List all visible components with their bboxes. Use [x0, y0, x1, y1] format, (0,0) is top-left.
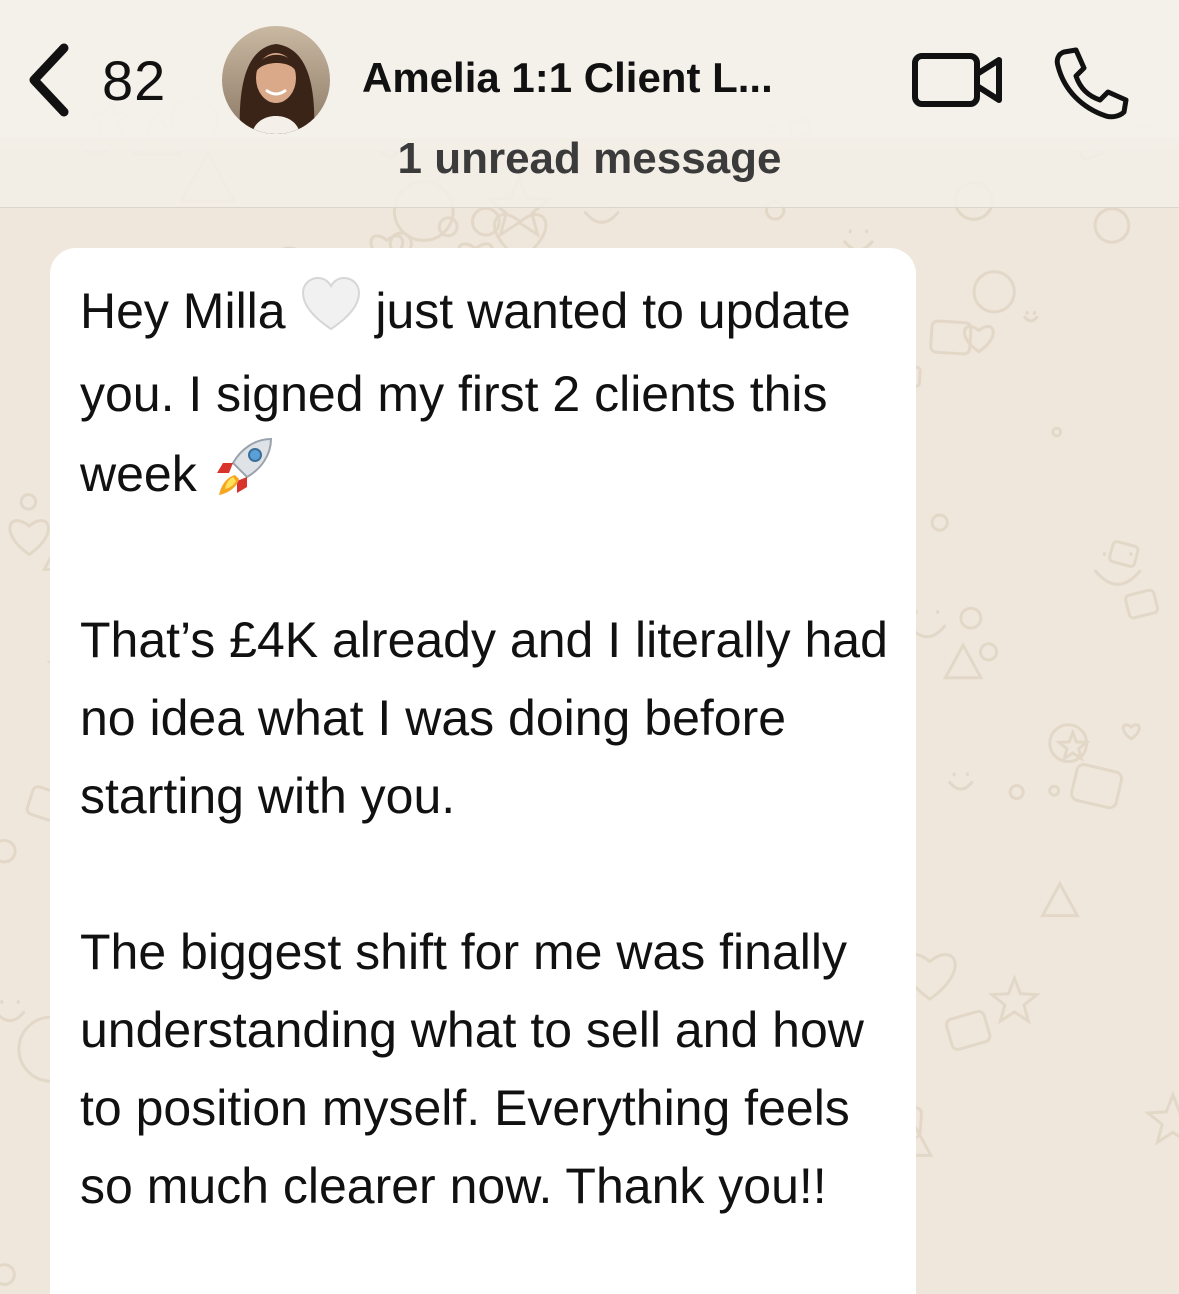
- wallpaper-doodle: [972, 270, 1016, 314]
- wallpaper-doodle: [1124, 588, 1160, 620]
- white-heart-icon: [300, 275, 362, 355]
- wallpaper-doodle: [1121, 723, 1141, 741]
- message-spacer: [80, 835, 900, 913]
- wallpaper-doodle: [948, 772, 974, 791]
- wallpaper-doodle: [959, 606, 983, 630]
- chat-header: 82 Amelia 1:1 Client L...: [0, 0, 1179, 150]
- wallpaper-doodle: [1040, 880, 1080, 918]
- wallpaper-doodle: [1008, 783, 1025, 801]
- back-button[interactable]: 82: [24, 38, 184, 122]
- message-spacer: [80, 523, 900, 601]
- wallpaper-doodle: [1143, 1090, 1179, 1146]
- wallpaper-doodle: [8, 519, 50, 557]
- unread-banner: 1 unread message: [0, 134, 1179, 208]
- wallpaper-doodle: [0, 999, 26, 1023]
- wallpaper-doodle: [944, 1009, 992, 1051]
- wallpaper-doodle: [1108, 540, 1140, 568]
- wallpaper-doodle: [1094, 551, 1142, 586]
- wallpaper-doodle: [1023, 310, 1039, 323]
- avatar[interactable]: [222, 26, 330, 134]
- message-text: Hey Milla just wanted to update you. I s…: [80, 272, 900, 1225]
- message-paragraph-1: Hey Milla just wanted to update you. I s…: [80, 272, 900, 523]
- wallpaper-doodle: [0, 1263, 16, 1286]
- video-call-button[interactable]: [910, 46, 1010, 116]
- chat-title[interactable]: Amelia 1:1 Client L...: [362, 54, 773, 102]
- unread-chats-count: 82: [102, 49, 167, 112]
- message-paragraph-3: The biggest shift for me was finally und…: [80, 923, 864, 1214]
- chevron-left-icon: [24, 42, 74, 123]
- wallpaper-doodle: [1051, 426, 1063, 438]
- wallpaper-doodle: [19, 493, 38, 511]
- incoming-message-bubble[interactable]: Hey Milla just wanted to update you. I s…: [50, 248, 916, 1294]
- wallpaper-doodle: [1093, 207, 1131, 244]
- rocket-icon: [211, 433, 279, 523]
- wallpaper-doodle: [987, 974, 1041, 1025]
- message-text-part: Hey Milla: [80, 283, 286, 339]
- wallpaper-doodle: [1070, 763, 1124, 810]
- wallpaper-doodle: [978, 642, 999, 662]
- unread-label: 1 unread message: [397, 134, 782, 183]
- phone-icon: [1050, 47, 1130, 124]
- message-paragraph-2: That’s £4K already and I literally had n…: [80, 611, 888, 824]
- wallpaper-doodle: [930, 513, 949, 532]
- voice-call-button[interactable]: [1050, 44, 1130, 120]
- video-camera-icon: [910, 53, 1006, 116]
- wallpaper-doodle: [1048, 784, 1061, 797]
- wallpaper-doodle: [0, 838, 17, 864]
- wallpaper-doodle: [942, 642, 984, 680]
